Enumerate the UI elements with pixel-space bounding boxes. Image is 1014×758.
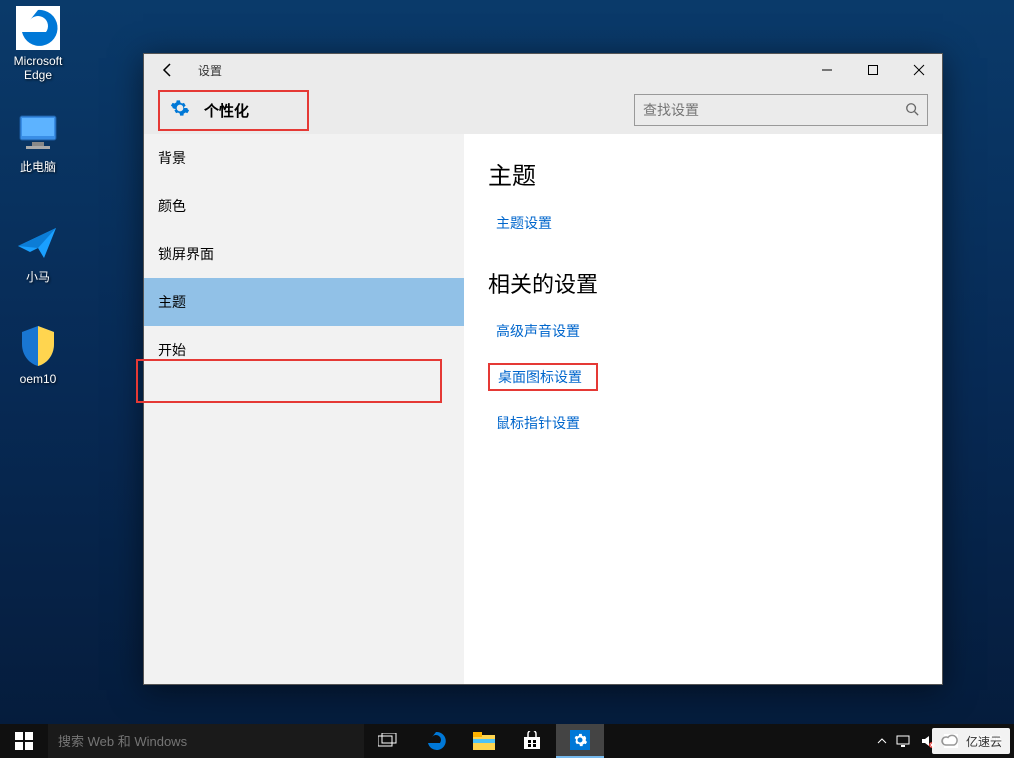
nav-label: 锁屏界面 bbox=[158, 244, 214, 264]
start-button[interactable] bbox=[0, 724, 48, 758]
task-view-button[interactable] bbox=[364, 724, 412, 758]
nav-lockscreen[interactable]: 锁屏界面 bbox=[144, 230, 464, 278]
desktop-icon-xiaoma[interactable]: 小马 bbox=[0, 218, 76, 285]
nav-label: 背景 bbox=[158, 148, 186, 168]
category-header: 个性化 bbox=[158, 90, 309, 131]
settings-window: 设置 个性化 背景 颜色 锁屏界面 主题 开始 bbox=[143, 53, 943, 685]
tray-network-icon[interactable] bbox=[896, 734, 912, 748]
header-row: 个性化 bbox=[144, 86, 942, 134]
nav-themes[interactable]: 主题 bbox=[144, 278, 464, 326]
nav-label: 颜色 bbox=[158, 196, 186, 216]
back-button[interactable] bbox=[144, 54, 192, 86]
link-mouse-pointer[interactable]: 鼠标指针设置 bbox=[488, 409, 588, 437]
watermark-text: 亿速云 bbox=[966, 733, 1002, 750]
taskbar-search[interactable] bbox=[48, 724, 364, 758]
taskbar-settings[interactable] bbox=[556, 724, 604, 758]
titlebar: 设置 bbox=[144, 54, 942, 86]
link-advanced-sound[interactable]: 高级声音设置 bbox=[488, 317, 588, 345]
nav-colors[interactable]: 颜色 bbox=[144, 182, 464, 230]
taskbar-store[interactable] bbox=[508, 724, 556, 758]
heading-theme: 主题 bbox=[488, 156, 918, 191]
app-title: 设置 bbox=[192, 62, 222, 79]
sidebar: 背景 颜色 锁屏界面 主题 开始 bbox=[144, 134, 464, 684]
link-theme-settings[interactable]: 主题设置 bbox=[488, 209, 560, 237]
shield-icon bbox=[14, 322, 62, 370]
taskbar-file-explorer[interactable] bbox=[460, 724, 508, 758]
maximize-button[interactable] bbox=[850, 54, 896, 86]
paper-plane-icon bbox=[14, 218, 62, 266]
search-box[interactable] bbox=[634, 94, 928, 126]
desktop-icon-label: 此电脑 bbox=[0, 158, 76, 175]
heading-related: 相关的设置 bbox=[488, 267, 918, 299]
edge-icon bbox=[14, 4, 62, 52]
nav-start[interactable]: 开始 bbox=[144, 326, 464, 374]
taskbar: 23:06 bbox=[0, 724, 1014, 758]
nav-label: 开始 bbox=[158, 340, 186, 360]
watermark: 亿速云 bbox=[932, 728, 1010, 754]
search-icon bbox=[905, 102, 919, 119]
nav-label: 主题 bbox=[158, 292, 186, 312]
desktop-icon-label: Microsoft Edge bbox=[0, 54, 76, 82]
link-desktop-icon-settings[interactable]: 桌面图标设置 bbox=[488, 363, 598, 391]
minimize-button[interactable] bbox=[804, 54, 850, 86]
content-pane: 主题 主题设置 相关的设置 高级声音设置 桌面图标设置 鼠标指针设置 bbox=[464, 134, 942, 684]
desktop-icon-label: oem10 bbox=[0, 372, 76, 386]
nav-background[interactable]: 背景 bbox=[144, 134, 464, 182]
category-label: 个性化 bbox=[204, 100, 249, 121]
computer-icon bbox=[14, 108, 62, 156]
desktop-icon-oem10[interactable]: oem10 bbox=[0, 322, 76, 386]
tray-chevron-up-icon[interactable] bbox=[876, 735, 888, 747]
desktop-icon-edge[interactable]: Microsoft Edge bbox=[0, 4, 76, 82]
desktop-icon-this-pc[interactable]: 此电脑 bbox=[0, 108, 76, 175]
taskbar-edge[interactable] bbox=[412, 724, 460, 758]
taskbar-search-input[interactable] bbox=[58, 734, 354, 749]
gear-icon bbox=[170, 98, 190, 123]
desktop-icon-label: 小马 bbox=[0, 268, 76, 285]
close-button[interactable] bbox=[896, 54, 942, 86]
search-input[interactable] bbox=[643, 102, 905, 118]
